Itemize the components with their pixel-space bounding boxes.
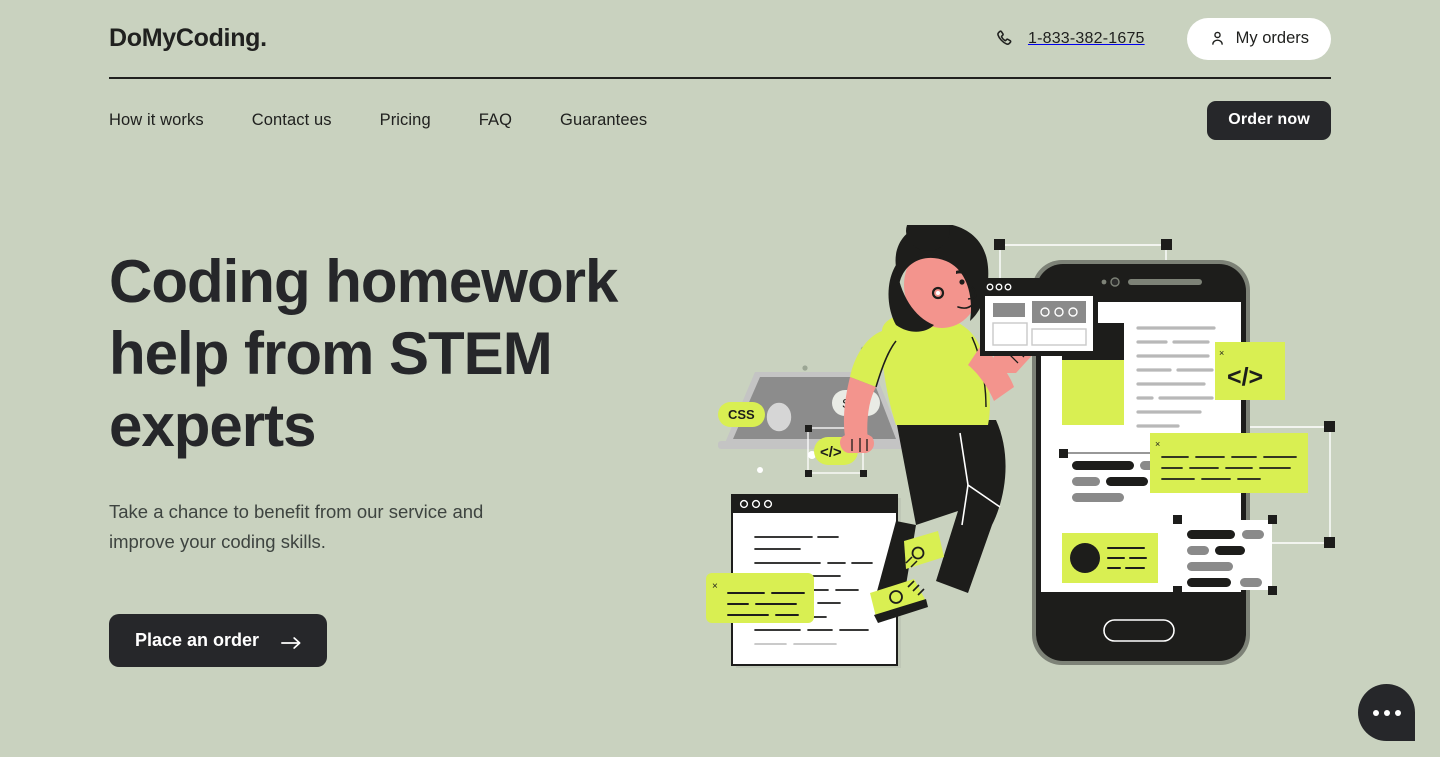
phone-icon [993,28,1015,50]
svg-text:×: × [1219,348,1224,358]
my-orders-label: My orders [1235,29,1309,47]
phone-link[interactable]: 1-833-382-1675 [993,28,1145,50]
nav-item-how-it-works[interactable]: How it works [109,111,204,130]
page-root: DoMyCoding. 1-833-382-1675 My orders How… [0,0,1440,757]
my-orders-button[interactable]: My orders [1186,17,1331,60]
phone-number: 1-833-382-1675 [1027,29,1145,47]
site-header: DoMyCoding. 1-833-382-1675 My orders [109,0,1331,79]
chat-dot-1 [1372,709,1379,716]
page-title: Coding homework help from STEM experts [109,246,729,462]
place-an-order-label: Place an order [135,630,260,650]
nav-link-group: How it works Contact us Pricing FAQ Guar… [109,111,647,130]
chat-dots-icon[interactable] [1358,684,1415,741]
arrow-right-icon [281,634,301,649]
user-icon [1209,30,1226,47]
svg-text:</>: </> [1227,363,1263,391]
developer-hero-illustration: × </> × </> CSS × [700,225,1360,675]
chat-dot-2 [1383,709,1390,716]
hero-title-line-1: Coding homework [109,248,618,315]
nav-item-faq[interactable]: FAQ [479,111,512,130]
nav-item-pricing[interactable]: Pricing [380,111,431,130]
svg-text:</>: </> [820,444,842,461]
svg-text:×: × [1155,439,1160,449]
chat-dot-3 [1394,709,1401,716]
hero-title-line-2: help from STEM [109,320,553,387]
code-card-lime: × </> [1215,342,1285,400]
hero-subtitle: Take a chance to benefit from our servic… [109,501,484,552]
header-right-group: 1-833-382-1675 My orders [993,17,1331,60]
place-an-order-button[interactable]: Place an order [109,614,328,667]
nav-item-contact-us[interactable]: Contact us [252,111,332,130]
svg-text:CSS: CSS [728,407,755,422]
svg-text:×: × [712,581,718,592]
nav-item-guarantees[interactable]: Guarantees [560,111,647,130]
hero-title-line-3: experts [109,392,316,459]
main-navigation: How it works Contact us Pricing FAQ Guar… [109,79,1331,161]
hero-text-block: Coding homework help from STEM experts T… [109,246,729,667]
site-logo[interactable]: DoMyCoding. [109,24,267,53]
order-now-button[interactable]: Order now [1207,100,1331,140]
